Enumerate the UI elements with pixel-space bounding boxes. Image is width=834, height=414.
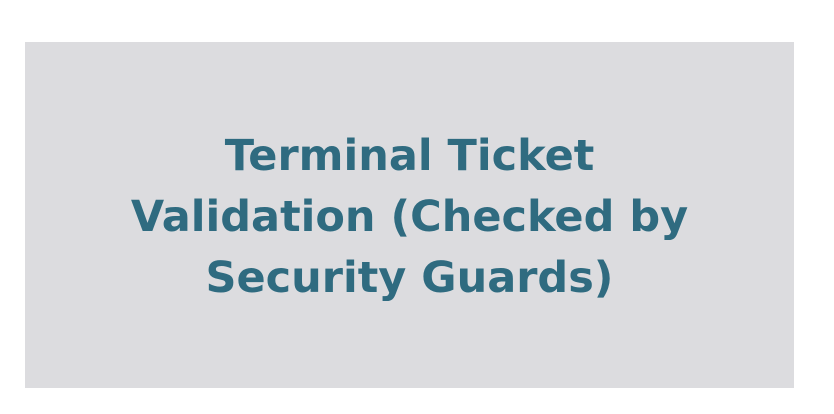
card-title-line-1: Terminal Ticket bbox=[224, 130, 595, 181]
card-title-line-2: Validation (Checked by bbox=[130, 191, 689, 242]
card-title-line-3: Security Guards) bbox=[205, 252, 614, 303]
title-card: Terminal Ticket Validation (Checked by S… bbox=[25, 42, 794, 388]
card-title: Terminal Ticket Validation (Checked by S… bbox=[131, 122, 688, 309]
